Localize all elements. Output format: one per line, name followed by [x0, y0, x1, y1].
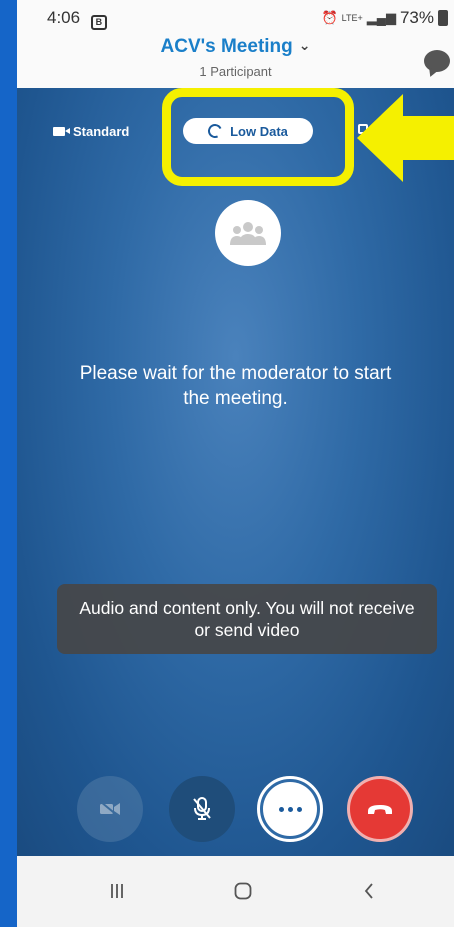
alarm-icon: ⏰ — [321, 10, 338, 25]
participant-count[interactable]: 1 Participant — [17, 64, 454, 79]
phone-screen: 4:06 B ⏰ LTE+ ▂▄▆ 73% ACV's Meeting ⌄ 1 P… — [17, 0, 454, 927]
meeting-title[interactable]: ACV's Meeting ⌄ — [17, 36, 454, 58]
back-chevron-icon — [364, 883, 373, 899]
mute-button[interactable] — [169, 776, 235, 842]
battery-icon — [438, 10, 448, 26]
microphone-off-icon — [193, 797, 211, 820]
signal-icon: ▂▄▆ — [366, 10, 396, 25]
annotation-arrow-icon — [357, 94, 454, 182]
battery-percent: 73% — [399, 8, 434, 27]
recent-apps-icon — [111, 884, 123, 898]
meeting-title-text: ACV's Meeting — [160, 36, 293, 57]
home-button[interactable] — [223, 876, 263, 906]
annotation-highlight-box — [162, 88, 354, 186]
more-dots-icon — [278, 806, 302, 812]
group-avatar — [215, 200, 281, 266]
meeting-stage: Standard Low Data Please wait for the mo… — [17, 88, 454, 856]
chat-bubble-icon[interactable] — [424, 50, 450, 72]
video-camera-icon — [53, 127, 70, 136]
phone-hangup-icon — [368, 805, 392, 814]
more-options-inner — [263, 782, 317, 836]
notification-badge-icon: B — [90, 15, 107, 30]
meeting-header: 4:06 B ⏰ LTE+ ▂▄▆ 73% ACV's Meeting ⌄ 1 P… — [17, 0, 454, 88]
group-icon — [230, 222, 266, 245]
recent-apps-button[interactable] — [97, 876, 137, 906]
video-toggle-button[interactable] — [77, 776, 143, 842]
toast-message: Audio and content only. You will not rec… — [79, 598, 415, 640]
more-options-button[interactable] — [257, 776, 323, 842]
status-time-text: 4:06 — [47, 8, 81, 27]
home-icon — [234, 882, 252, 900]
end-call-button[interactable] — [347, 776, 413, 842]
status-bar-right: ⏰ LTE+ ▂▄▆ 73% — [321, 8, 448, 28]
wait-message: Please wait for the moderator to start t… — [79, 363, 392, 409]
back-button[interactable] — [349, 876, 389, 906]
standard-mode-option[interactable]: Standard — [53, 124, 129, 139]
lte-icon: LTE+ — [341, 13, 363, 23]
video-off-icon — [100, 801, 120, 817]
status-bar-time: 4:06 B — [47, 8, 107, 30]
low-data-toast: Audio and content only. You will not rec… — [57, 584, 437, 654]
android-navigation-bar — [17, 856, 454, 927]
chevron-down-icon: ⌄ — [298, 37, 311, 53]
standard-mode-label: Standard — [73, 124, 130, 139]
